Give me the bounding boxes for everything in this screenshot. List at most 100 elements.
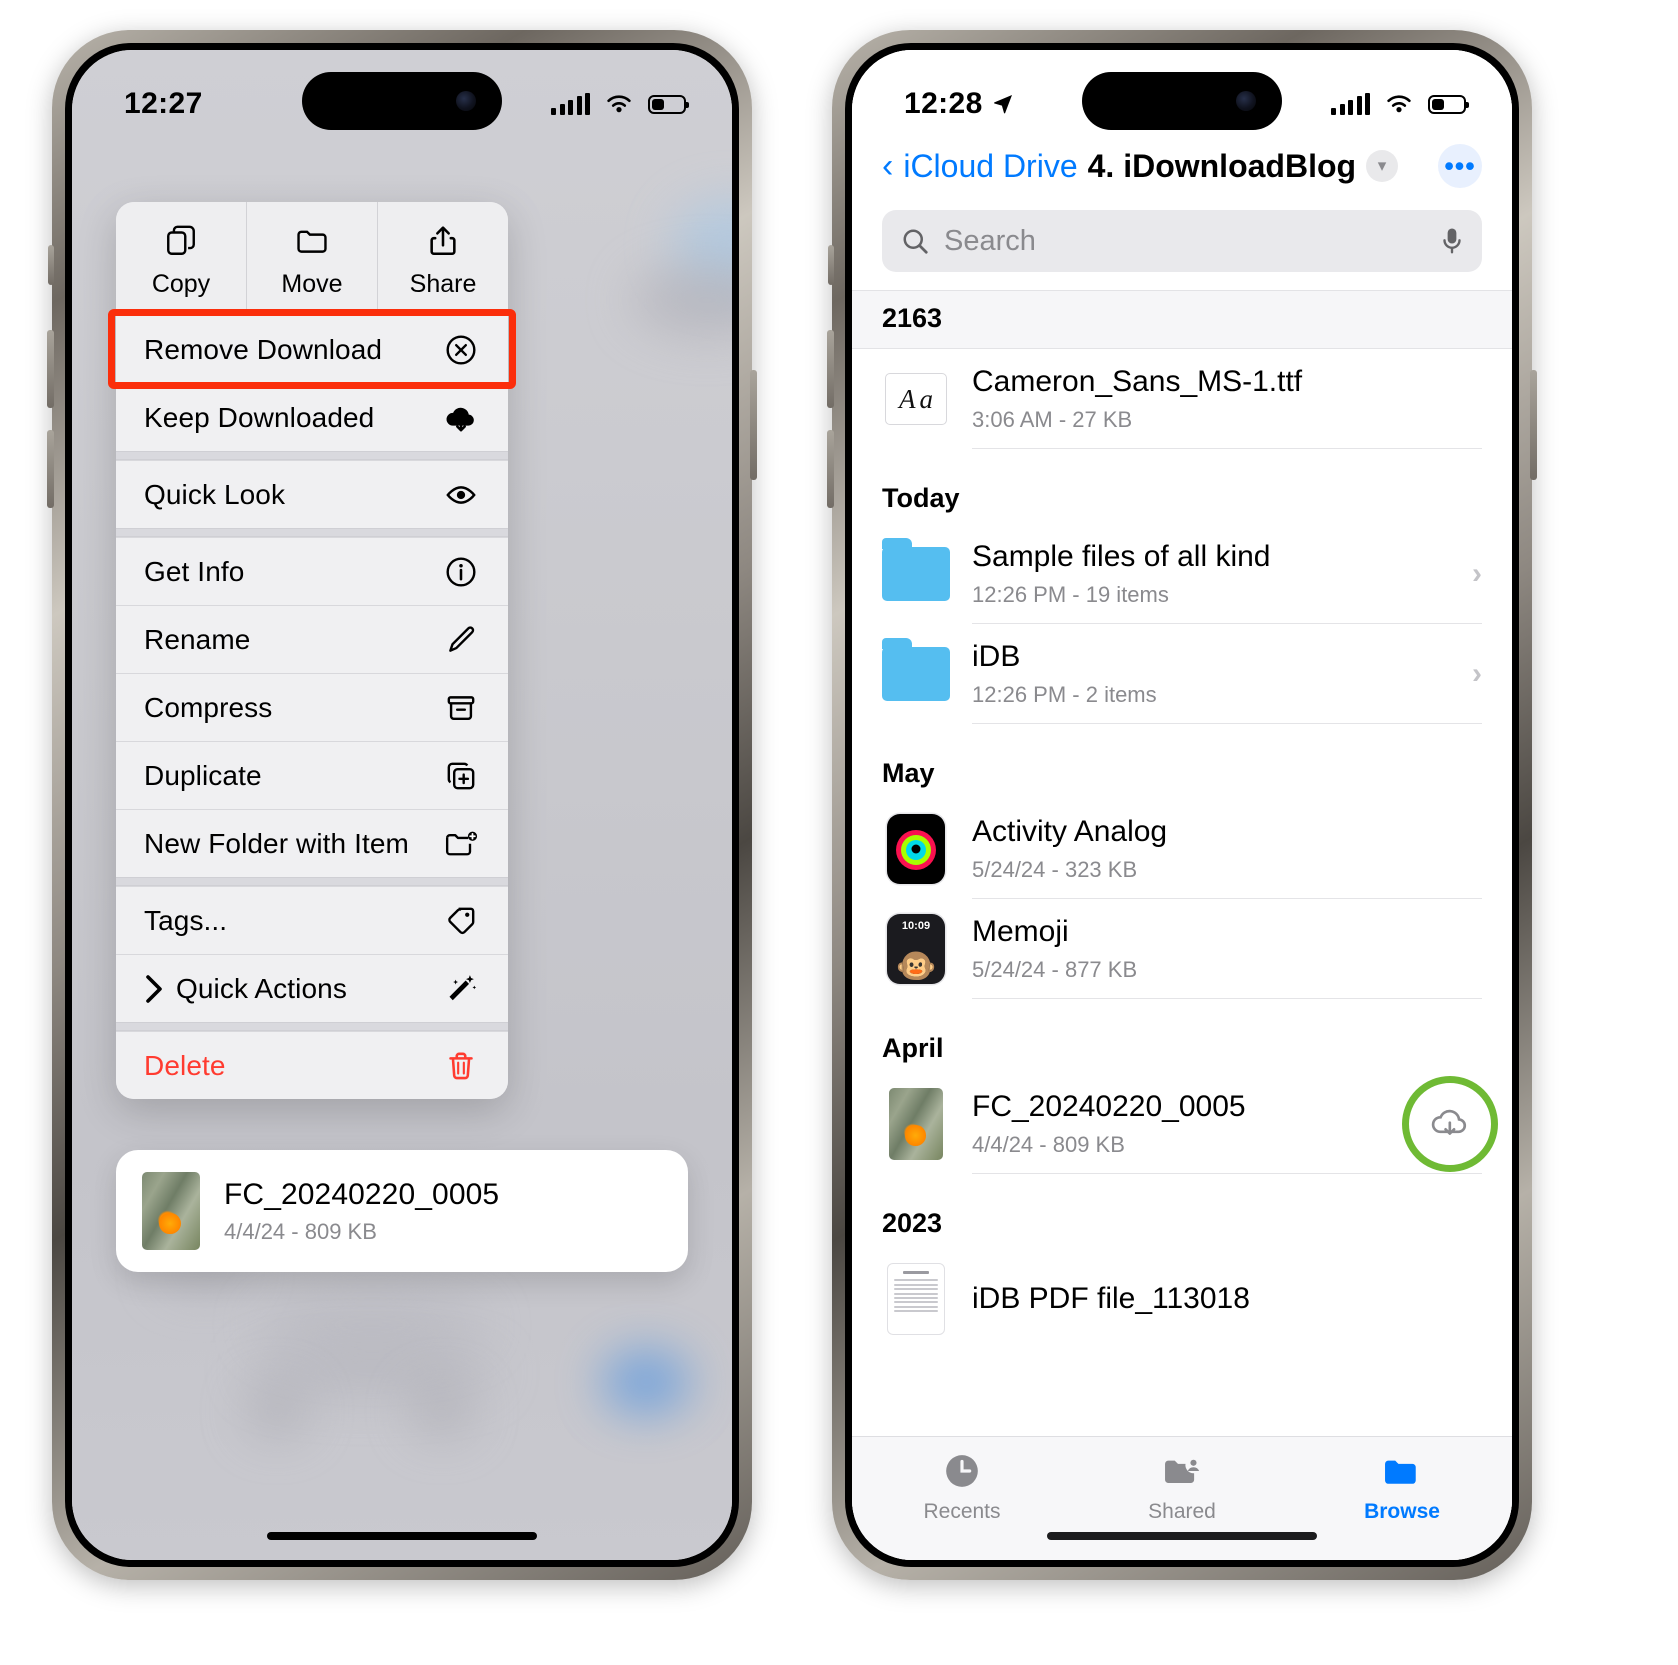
row-divider (972, 723, 1482, 724)
breadcrumb-parent[interactable]: iCloud Drive (903, 148, 1077, 185)
list-item[interactable]: Activity Analog 5/24/24 - 323 KB (852, 799, 1512, 899)
watch-face-icon (882, 814, 950, 884)
file-meta: 5/24/24 - 877 KB (972, 957, 1138, 982)
row-divider (972, 448, 1482, 449)
list-item[interactable]: Sample files of all kind 12:26 PM - 19 i… (852, 524, 1512, 624)
menu-item-tags[interactable]: Tags... (116, 886, 508, 954)
list-item[interactable]: 10:09 🐵 Memoji 5/24/24 - 877 KB (852, 899, 1512, 999)
menu-item-label: Keep Downloaded (144, 401, 375, 433)
menu-item-label: Tags... (144, 904, 228, 936)
wand-sparkles-icon (442, 970, 480, 1008)
volume-up-button[interactable] (827, 330, 834, 408)
list-item[interactable]: iDB 12:26 PM - 2 items › (852, 624, 1512, 724)
location-arrow-icon (993, 95, 1012, 114)
list-item[interactable]: Aa Cameron_Sans_MS-1.ttf 3:06 AM - 27 KB (852, 349, 1512, 449)
selected-file-card[interactable]: FC_20240220_0005 4/4/24 - 809 KB (116, 1150, 688, 1272)
clock-icon (946, 1455, 978, 1487)
power-button[interactable] (1530, 370, 1537, 480)
menu-item-duplicate[interactable]: Duplicate (116, 741, 508, 809)
wifi-icon (607, 95, 631, 113)
breadcrumb: ‹ iCloud Drive 4. iDownloadBlog ▾ ••• (882, 144, 1482, 188)
section-header: 2163 (852, 290, 1512, 349)
status-indicators (551, 93, 689, 115)
download-badge-highlight[interactable] (1402, 1076, 1498, 1172)
file-meta: 5/24/24 - 323 KB (972, 857, 1138, 882)
list-item[interactable]: iDB PDF file_113018 (852, 1249, 1512, 1349)
share-button[interactable]: Share (378, 202, 508, 315)
copy-button[interactable]: Copy (116, 202, 247, 315)
home-indicator[interactable] (1047, 1532, 1317, 1540)
menu-item-label: Rename (144, 623, 251, 655)
menu-item-label: Quick Look (144, 478, 286, 510)
shared-folder-icon (1165, 1457, 1202, 1483)
section-header: 2023 (852, 1174, 1512, 1249)
battery-icon (648, 94, 689, 114)
section-header: April (852, 999, 1512, 1074)
volume-down-button[interactable] (827, 430, 834, 508)
menu-item-compress[interactable]: Compress (116, 673, 508, 741)
right-phone-bezel: 12:28 ‹ iCloud Drive 4. iDownloadBlog ▾ … (845, 43, 1519, 1567)
menu-separator (116, 877, 508, 886)
menu-item-label: Quick Actions (176, 972, 347, 1004)
silent-switch[interactable] (828, 245, 834, 285)
menu-item-delete[interactable]: Delete (116, 1031, 508, 1099)
file-name: iDB (972, 640, 1021, 673)
menu-item-rename[interactable]: Rename (116, 605, 508, 673)
eye-icon (442, 476, 480, 514)
menu-item-label: Compress (144, 691, 273, 723)
chevron-right-icon: › (1472, 657, 1482, 690)
pencil-icon (442, 621, 480, 659)
file-list[interactable]: 2163 Aa Cameron_Sans_MS-1.ttf 3:06 AM - … (852, 290, 1512, 1436)
selected-file-text: FC_20240220_0005 4/4/24 - 809 KB (224, 1178, 499, 1245)
file-meta: 3:06 AM - 27 KB (972, 407, 1133, 432)
context-menu: Copy Move Share Remove Download Keep Dow… (108, 202, 516, 1099)
menu-item-label: Delete (144, 1049, 226, 1081)
microphone-icon[interactable] (1440, 226, 1464, 256)
chevron-right-icon (146, 974, 162, 1003)
folder-icon (882, 538, 950, 608)
status-time: 12:27 (124, 87, 203, 120)
files-app: ‹ iCloud Drive 4. iDownloadBlog ▾ ••• Se… (852, 50, 1512, 1560)
page-title: 4. iDownloadBlog (1087, 147, 1357, 184)
cellular-bars-icon (551, 93, 590, 115)
folder-icon (1385, 1460, 1416, 1484)
power-button[interactable] (750, 370, 757, 480)
trash-icon (442, 1047, 480, 1085)
folder-icon (297, 230, 327, 253)
chevron-down-icon[interactable]: ▾ (1366, 150, 1399, 182)
menu-item-remove-download[interactable]: Remove Download (116, 315, 508, 383)
tab-label: Shared (1148, 1500, 1216, 1523)
list-item[interactable]: FC_20240220_0005 4/4/24 - 809 KB (852, 1074, 1512, 1174)
move-button[interactable]: Move (247, 202, 378, 315)
remove-download-highlight-wrapper: Remove Download (108, 309, 516, 389)
menu-item-get-info[interactable]: Get Info (116, 537, 508, 605)
menu-item-quick-look[interactable]: Quick Look (116, 460, 508, 528)
menu-item-quick-actions[interactable]: Quick Actions (116, 954, 508, 1022)
file-name: iDB PDF file_113018 (972, 1282, 1250, 1315)
menu-item-new-folder-with-item[interactable]: New Folder with Item (116, 809, 508, 877)
front-camera-lens (1236, 91, 1256, 111)
dynamic-island (1082, 72, 1282, 130)
folder-icon (882, 638, 950, 708)
section-header: Today (852, 449, 1512, 524)
tab-browse[interactable]: Browse (1292, 1451, 1512, 1524)
share-label: Share (409, 270, 477, 298)
volume-up-button[interactable] (47, 330, 54, 408)
silent-switch[interactable] (48, 245, 54, 285)
chevron-right-icon: › (1472, 557, 1482, 590)
menu-item-keep-downloaded[interactable]: Keep Downloaded (116, 383, 508, 451)
context-menu-quick-actions-row: Copy Move Share (116, 202, 508, 315)
back-button[interactable]: ‹ (882, 149, 893, 183)
file-name: Sample files of all kind (972, 540, 1271, 573)
tab-recents[interactable]: Recents (852, 1451, 1072, 1524)
file-name: Cameron_Sans_MS-1.ttf (972, 365, 1303, 398)
volume-down-button[interactable] (47, 430, 54, 508)
search-container: Search (852, 188, 1512, 290)
search-input[interactable]: Search (882, 210, 1482, 272)
home-indicator[interactable] (267, 1532, 537, 1540)
status-indicators (1331, 93, 1469, 115)
front-camera-lens (456, 91, 476, 111)
tab-shared[interactable]: Shared (1072, 1451, 1292, 1524)
ellipsis-circle-icon[interactable]: ••• (1438, 144, 1482, 188)
search-icon (903, 229, 928, 254)
